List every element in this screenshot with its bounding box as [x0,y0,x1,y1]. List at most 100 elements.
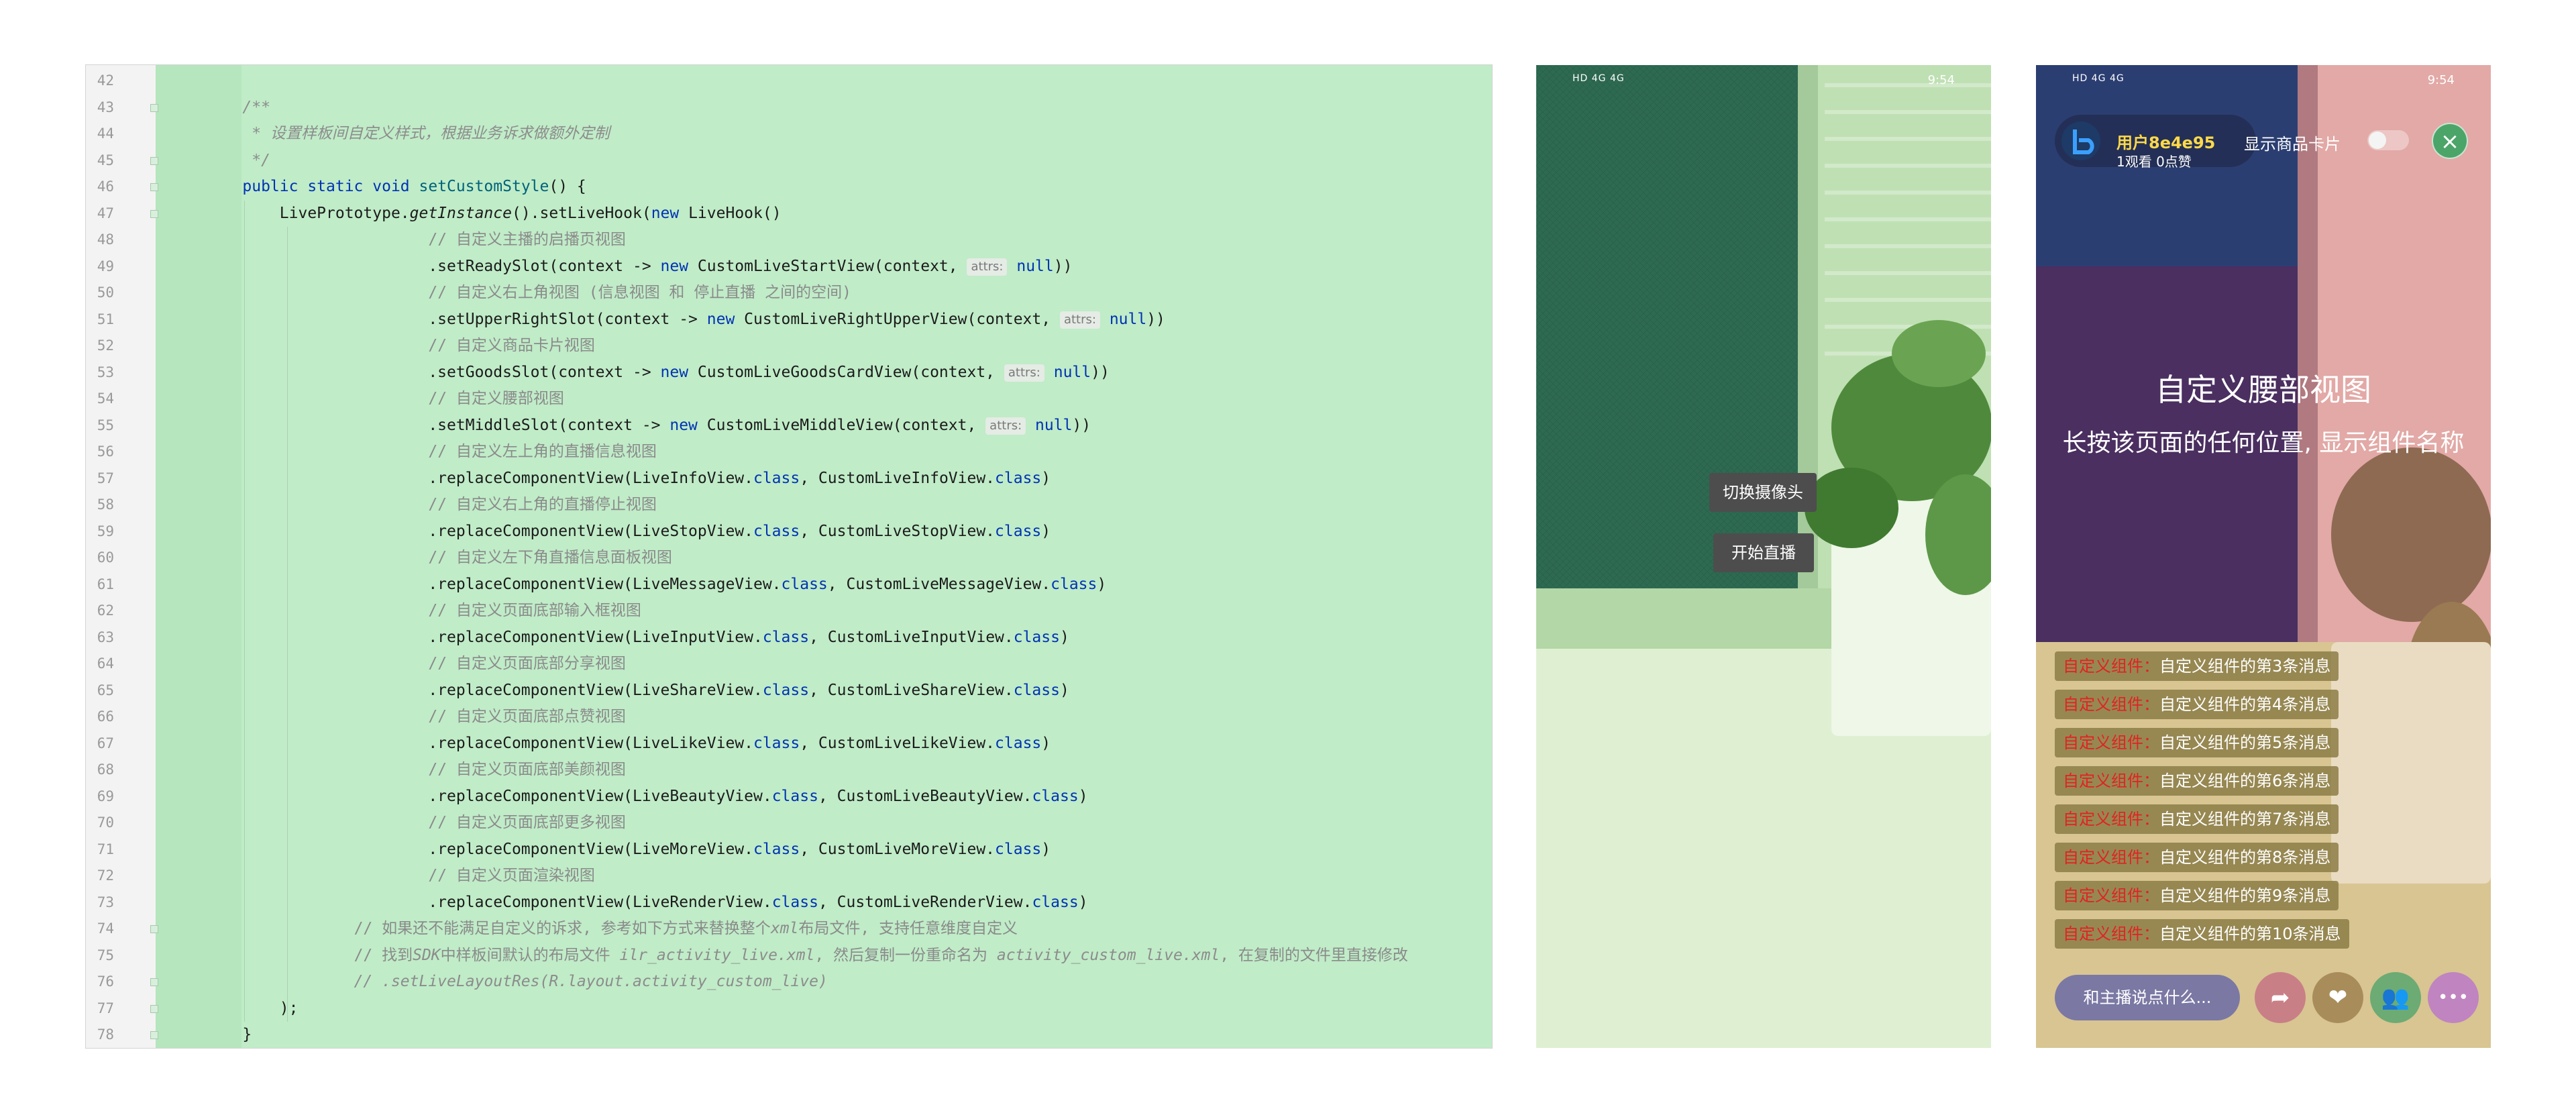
code-line[interactable]: 60 // 自定义左下角直播信息面板视图 [86,545,1492,572]
code-line[interactable]: 51 .setUpperRightSlot(context -> new Cus… [86,307,1492,333]
message-item[interactable]: 自定义组件：自定义组件的第6条消息 [2055,766,2339,796]
code-token: null [1035,416,1073,434]
code-line[interactable]: 71 .replaceComponentView(LiveMoreView.cl… [86,837,1492,863]
message-item[interactable]: 自定义组件：自定义组件的第5条消息 [2055,728,2339,757]
code-token: , CustomLiveLikeView. [800,734,996,752]
code-line[interactable]: 64 // 自定义页面底部分享视图 [86,651,1492,678]
fold-marker-icon[interactable] [150,183,158,191]
code-token: .replaceComponentView(LiveBeautyView. [205,787,772,805]
code-line[interactable]: 63 .replaceComponentView(LiveInputView.c… [86,625,1492,651]
fold-marker-icon[interactable] [150,156,158,165]
code-token: ) [1097,575,1107,593]
code-line[interactable]: 65 .replaceComponentView(LiveShareView.c… [86,678,1492,704]
code-line[interactable]: 47 LivePrototype.getInstance().setLiveHo… [86,201,1492,227]
line-number: 50 [97,284,114,301]
goods-card-toggle[interactable] [2367,130,2409,150]
code-token: // 自定义主播的启播页视图 [428,231,626,248]
code-line[interactable]: 55 .setMiddleSlot(context -> new CustomL… [86,413,1492,439]
fold-marker-icon[interactable] [150,1031,158,1039]
code-text: .setGoodsSlot(context -> new CustomLiveG… [205,360,1110,386]
code-line[interactable]: 58 // 自定义右上角的直播停止视图 [86,492,1492,519]
message-item[interactable]: 自定义组件：自定义组件的第8条消息 [2055,843,2339,872]
code-line[interactable]: 61 .replaceComponentView(LiveMessageView… [86,572,1492,598]
code-line[interactable]: 42 [86,68,1492,95]
code-line[interactable]: 75 // 找到SDK中样板间默认的布局文件 ilr_activity_live… [86,943,1492,969]
more-icon[interactable]: ••• [2428,972,2479,1023]
code-line[interactable]: 44 * 设置样板间自定义样式，根据业务诉求做额外定制 [86,121,1492,148]
chat-input[interactable]: 和主播说点什么... [2055,975,2240,1020]
code-token: .replaceComponentView(LiveMessageView. [205,575,782,593]
code-line[interactable]: 78 } [86,1022,1492,1048]
code-text: .setUpperRightSlot(context -> new Custom… [205,307,1165,333]
code-token: setCustomStyle [419,178,549,195]
code-line[interactable]: 66 // 自定义页面底部点赞视图 [86,704,1492,731]
fold-marker-icon[interactable] [150,1004,158,1013]
code-line[interactable]: 59 .replaceComponentView(LiveStopView.cl… [86,519,1492,545]
code-line[interactable]: 67 .replaceComponentView(LiveLikeView.cl… [86,731,1492,757]
close-icon[interactable]: × [2432,123,2468,159]
code-token: // 自定义商品卡片视图 [428,337,595,354]
code-text: .replaceComponentView(LiveInputView.clas… [205,625,1069,651]
code-line[interactable]: 73 .replaceComponentView(LiveRenderView.… [86,890,1492,916]
code-token: 中样板间默认的布局文件 [440,946,620,964]
fold-marker-icon[interactable] [150,103,158,112]
code-line[interactable]: 74 // 如果还不能满足自定义的诉求, 参考如下方式来替换整个xml布局文件,… [86,916,1492,943]
code-line[interactable]: 77 ); [86,996,1492,1022]
switch-camera-button[interactable]: 切换摄像头 [1709,473,1817,512]
code-line[interactable]: 68 // 自定义页面底部美颜视图 [86,757,1492,784]
code-token: class [1013,681,1060,699]
message-item[interactable]: 自定义组件：自定义组件的第10条消息 [2055,919,2349,949]
code-line[interactable]: 54 // 自定义腰部视图 [86,386,1492,413]
code-line[interactable]: 43 /** [86,95,1492,121]
line-number: 47 [97,205,114,221]
code-token: // 自定义左下角直播信息面板视图 [428,549,672,566]
message-item[interactable]: 自定义组件：自定义组件的第7条消息 [2055,804,2339,834]
code-line[interactable]: 62 // 自定义页面底部输入框视图 [86,598,1492,625]
share-icon[interactable]: ➦ [2255,972,2306,1023]
code-token: , CustomLiveBeautyView. [818,787,1032,805]
code-line[interactable]: 69 .replaceComponentView(LiveBeautyView.… [86,784,1492,810]
code-text: // 自定义左下角直播信息面板视图 [205,545,672,572]
message-text: 自定义组件的第8条消息 [2159,848,2331,867]
beauty-icon[interactable]: 👥 [2370,972,2421,1023]
code-token: */ [205,151,270,169]
message-text: 自定义组件的第7条消息 [2159,810,2331,829]
code-token: .setGoodsSlot(context -> [205,363,661,381]
code-text: * 设置样板间自定义样式，根据业务诉求做额外定制 [205,121,610,148]
code-line[interactable]: 50 // 自定义右上角视图 (信息视图 和 停止直播 之间的空间) [86,280,1492,307]
fold-marker-icon[interactable] [150,209,158,218]
code-token: // 自定义左上角的直播信息视图 [428,443,657,460]
code-editor[interactable]: 42 43 /** 44 * 设置样板间自定义样式，根据业务诉求做额外定制 45 */… [86,65,1492,1048]
message-item[interactable]: 自定义组件：自定义组件的第4条消息 [2055,690,2339,719]
message-item[interactable]: 自定义组件：自定义组件的第9条消息 [2055,881,2339,910]
code-token: class [771,787,818,805]
code-line[interactable]: 76 // .setLiveLayoutRes(R.layout.activit… [86,969,1492,996]
code-line[interactable]: 53 .setGoodsSlot(context -> new CustomLi… [86,360,1492,386]
code-token: )) [1091,363,1110,381]
code-line[interactable]: 72 // 自定义页面渲染视图 [86,863,1492,890]
code-text: // 自定义商品卡片视图 [205,333,595,360]
code-line[interactable]: 57 .replaceComponentView(LiveInfoView.cl… [86,466,1492,492]
code-token: new [706,310,745,328]
code-token: )) [1053,257,1073,275]
phone-preview-start: HD 4G 4G 9:54 切换摄像头 开始直播 [1536,65,1991,1048]
start-live-button[interactable]: 开始直播 [1713,533,1814,572]
code-line[interactable]: 49 .setReadySlot(context -> new CustomLi… [86,254,1492,280]
code-line[interactable]: 45 */ [86,148,1492,174]
code-line[interactable]: 52 // 自定义商品卡片视图 [86,333,1492,360]
code-token: ) [1059,628,1069,646]
fold-marker-icon[interactable] [150,925,158,933]
message-item[interactable]: 自定义组件：自定义组件的第3条消息 [2055,651,2339,681]
fold-marker-icon[interactable] [150,978,158,986]
code-line[interactable]: 46 public static void setCustomStyle() { [86,174,1492,201]
code-line[interactable]: 70 // 自定义页面底部更多视图 [86,810,1492,837]
code-token: // 自定义页面底部分享视图 [428,655,626,672]
code-text: */ [205,148,270,174]
like-icon[interactable]: ❤ [2312,972,2363,1023]
code-line[interactable]: 56 // 自定义左上角的直播信息视图 [86,439,1492,466]
code-line[interactable]: 48 // 自定义主播的启播页视图 [86,227,1492,254]
code-token: // 自定义页面渲染视图 [428,867,595,884]
